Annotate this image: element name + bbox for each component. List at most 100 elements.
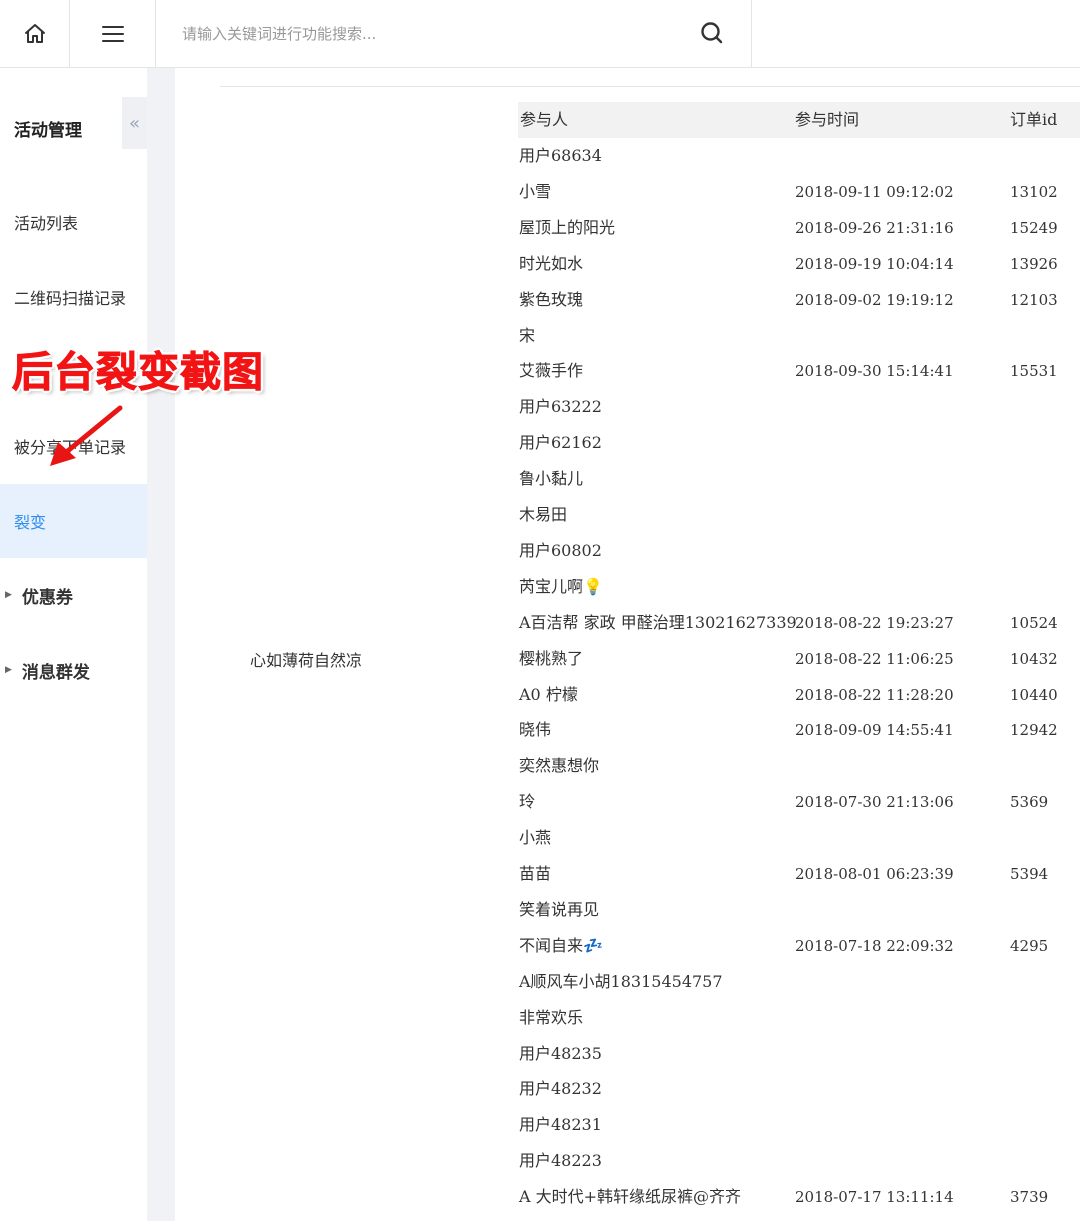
participant-name: 小燕	[519, 828, 552, 847]
table-row: 木易田	[0, 497, 1080, 533]
table-row: 晓伟 2018-09-09 14:55:41 12942	[0, 712, 1080, 748]
table-row: 樱桃熟了 2018-08-22 11:06:25 10432	[0, 641, 1080, 677]
participant-name: 小雪	[519, 182, 552, 201]
join-time: 2018-09-19 10:04:14	[795, 255, 954, 273]
home-button[interactable]	[0, 0, 70, 67]
table-row: A百洁帮 家政 甲醛治理13021627339 2018-08-22 19:23:…	[0, 605, 1080, 641]
join-time: 2018-09-09 14:55:41	[795, 721, 954, 739]
search-icon[interactable]	[699, 20, 725, 46]
participant-name: A顺风车小胡18315454757	[519, 972, 723, 991]
hamburger-menu-icon	[101, 25, 124, 42]
participant-name: 宋	[519, 326, 536, 345]
search-input[interactable]	[182, 24, 682, 43]
order-id: 10524	[1010, 614, 1058, 632]
participant-name: 紫色玫瑰	[519, 290, 584, 309]
join-time: 2018-08-01 06:23:39	[795, 865, 954, 883]
double-chevron-left-icon: «	[128, 112, 140, 134]
participant-name: 用户48235	[519, 1044, 602, 1063]
table-row: 苗苗 2018-08-01 06:23:39 5394	[0, 856, 1080, 892]
table-row: 小燕	[0, 820, 1080, 856]
order-id: 10440	[1010, 686, 1058, 704]
content-divider	[220, 86, 1080, 87]
participant-name: 屋顶上的阳光	[519, 218, 616, 237]
table-row: A 大时代+韩轩缘纸尿裤@齐齐 2018-07-17 13:11:14 3739	[0, 1179, 1080, 1215]
search-bar	[156, 0, 752, 67]
participant-name: 不闻自来💤	[519, 936, 603, 955]
participant-name: 用户48231	[519, 1115, 602, 1134]
participant-name: 鲁小黏儿	[519, 469, 584, 488]
participant-name: 用户62162	[519, 433, 602, 452]
order-id: 12942	[1010, 721, 1058, 739]
home-icon	[24, 23, 45, 43]
participant-name: 木易田	[519, 505, 568, 524]
participant-name: 非常欢乐	[519, 1008, 584, 1027]
table-row: 不闻自来💤 2018-07-18 22:09:32 4295	[0, 928, 1080, 964]
join-time: 2018-08-22 19:23:27	[795, 614, 954, 632]
top-bar	[0, 0, 1080, 68]
participant-name: 晓伟	[519, 720, 552, 739]
participant-name: 笑着说再见	[519, 900, 600, 919]
table-row: 奕然惠想你	[0, 748, 1080, 784]
participant-name: 时光如水	[519, 254, 584, 273]
order-id: 15249	[1010, 219, 1058, 237]
table-header: 参与人 参与时间 订单id	[518, 102, 1080, 138]
participant-name: 樱桃熟了	[519, 649, 584, 668]
participant-name: 艾薇手作	[519, 361, 584, 380]
participant-name: 用户48223	[519, 1151, 602, 1170]
table-row: 用户60802	[0, 533, 1080, 569]
join-time: 2018-07-18 22:09:32	[795, 937, 954, 955]
table-row: 用户62162	[0, 425, 1080, 461]
participant-name: 苗苗	[519, 864, 552, 883]
table-row: 紫色玫瑰 2018-09-02 19:19:12 12103	[0, 282, 1080, 318]
order-id: 4295	[1010, 937, 1049, 955]
table-row: 玲 2018-07-30 21:13:06 5369	[0, 784, 1080, 820]
participant-name: 玲	[519, 792, 536, 811]
table-row: 小雪 2018-09-11 09:12:02 13102	[0, 174, 1080, 210]
table-row: 用户68634	[0, 138, 1080, 174]
table-row: 芮宝儿啊💡	[0, 569, 1080, 605]
order-id: 5394	[1010, 865, 1049, 883]
table-row: 非常欢乐	[0, 1000, 1080, 1036]
participant-name: 用户68634	[519, 146, 602, 165]
table-row: A0 柠檬 2018-08-22 11:28:20 10440	[0, 677, 1080, 713]
join-time: 2018-07-30 21:13:06	[795, 793, 954, 811]
participant-name: A 大时代+韩轩缘纸尿裤@齐齐	[519, 1187, 742, 1206]
column-header-order-id: 订单id	[1010, 110, 1058, 129]
table-row: 用户48235	[0, 1036, 1080, 1072]
join-time: 2018-09-02 19:19:12	[795, 291, 954, 309]
table-row: 鲁小黏儿	[0, 461, 1080, 497]
participant-name: 用户48232	[519, 1079, 602, 1098]
join-time: 2018-08-22 11:28:20	[795, 686, 954, 704]
table-row: 用户48223	[0, 1143, 1080, 1179]
order-id: 15531	[1010, 362, 1058, 380]
participant-name: 用户63222	[519, 397, 602, 416]
table-row: 屋顶上的阳光 2018-09-26 21:31:16 15249	[0, 210, 1080, 246]
join-time: 2018-09-30 15:14:41	[795, 362, 954, 380]
participant-name: 用户60802	[519, 541, 602, 560]
table-row: 用户48232	[0, 1071, 1080, 1107]
menu-toggle-button[interactable]	[70, 0, 156, 67]
table-row: 笑着说再见	[0, 892, 1080, 928]
join-time: 2018-09-26 21:31:16	[795, 219, 954, 237]
table-row: A顺风车小胡18315454757	[0, 964, 1080, 1000]
join-time: 2018-07-17 13:11:14	[795, 1188, 954, 1206]
column-header-participant: 参与人	[520, 110, 569, 129]
order-id: 13102	[1010, 183, 1058, 201]
column-header-join-time: 参与时间	[795, 110, 860, 129]
table-row: 用户48231	[0, 1107, 1080, 1143]
table-row: 时光如水 2018-09-19 10:04:14 13926	[0, 246, 1080, 282]
participant-name: 奕然惠想你	[519, 756, 600, 775]
join-time: 2018-08-22 11:06:25	[795, 650, 954, 668]
join-time: 2018-09-11 09:12:02	[795, 183, 954, 201]
order-id: 13926	[1010, 255, 1058, 273]
order-id: 12103	[1010, 291, 1058, 309]
participant-name: A百洁帮 家政 甲醛治理13021627339	[519, 613, 797, 632]
participant-name: A0 柠檬	[519, 685, 578, 704]
table-row: 艾薇手作 2018-09-30 15:14:41 15531	[0, 353, 1080, 389]
order-id: 10432	[1010, 650, 1058, 668]
table-row: 宋	[0, 318, 1080, 354]
table-row: 用户63222	[0, 389, 1080, 425]
participant-name: 芮宝儿啊💡	[519, 577, 603, 596]
order-id: 5369	[1010, 793, 1049, 811]
order-id: 3739	[1010, 1188, 1049, 1206]
